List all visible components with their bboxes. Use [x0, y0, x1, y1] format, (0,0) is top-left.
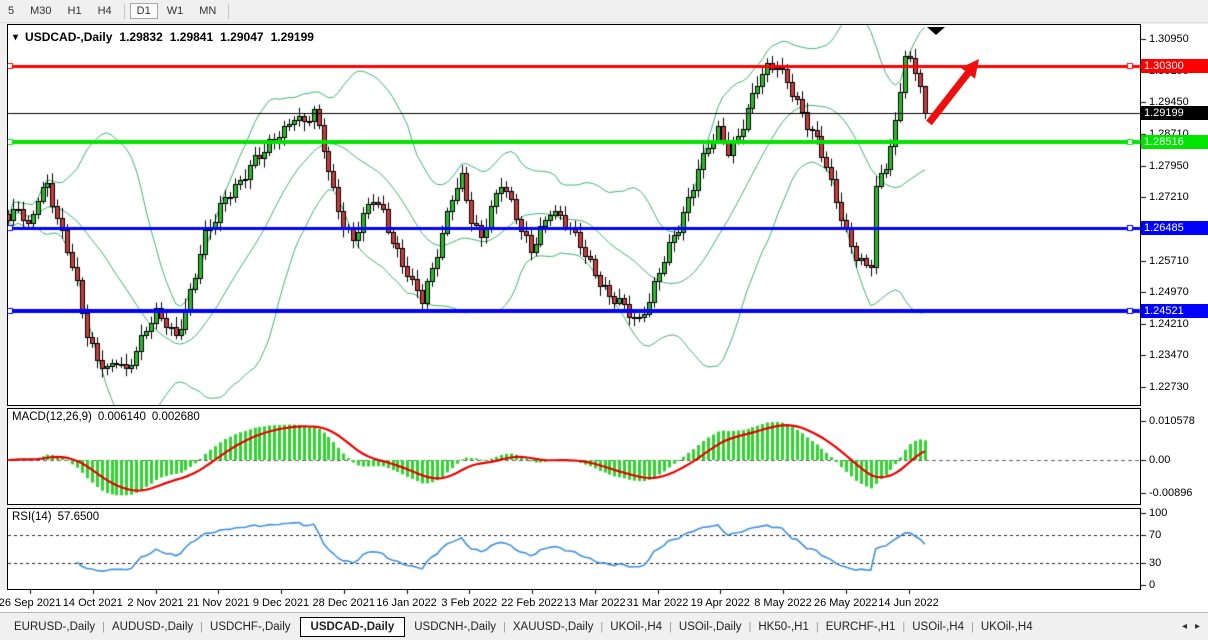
rsi-title: RSI(14)	[12, 511, 52, 523]
date-label: 22 Feb 2022	[501, 597, 563, 609]
price-level-badge: 1.24521	[1141, 304, 1208, 318]
trend-arrow-shape[interactable]	[926, 59, 979, 125]
rsi-tick-label: 70	[1149, 529, 1161, 541]
timeframe-button-mn[interactable]: MN	[192, 3, 223, 19]
rsi-tick-label: 30	[1149, 557, 1161, 569]
tab-scroll-right-icon[interactable]: ▸	[1195, 621, 1200, 632]
chart-tab-xauusddaily-5[interactable]: XAUUSD-,Daily	[507, 617, 600, 637]
chart-tab-usdchfdaily-2[interactable]: USDCHF-,Daily	[204, 617, 297, 637]
tab-scroll-controls: ◂▸	[1182, 621, 1208, 632]
chart-tab-ukoilh4-11[interactable]: UKOil-,H4	[975, 617, 1039, 637]
chart-tab-usdcaddaily-3[interactable]: USDCAD-,Daily	[300, 617, 406, 637]
timeframe-button-h4[interactable]: H4	[91, 3, 119, 19]
chart-canvas[interactable]	[0, 0, 1208, 640]
macd-indicator-label: MACD(12,26,9) 0.006140 0.002680	[12, 411, 200, 423]
price-level-badge: 1.28516	[1141, 135, 1208, 149]
price-tick-label: 1.24210	[1149, 318, 1189, 330]
rsi-tick-label: 100	[1149, 507, 1167, 519]
date-label: 21 Nov 2021	[187, 597, 249, 609]
price-level-badge: 1.26485	[1141, 221, 1208, 235]
tab-scroll-left-icon[interactable]: ◂	[1182, 621, 1187, 632]
timeframe-toolbar: 5M30H1H4 D1W1MN	[0, 0, 1208, 23]
date-label: 28 Dec 2021	[313, 597, 375, 609]
mt4-terminal: 5M30H1H4 D1W1MN ▾ USDCAD-,Daily 1.29832 1…	[0, 0, 1208, 640]
chart-tab-audusddaily-1[interactable]: AUDUSD-,Daily	[106, 617, 199, 637]
chart-tab-hk50h1-8[interactable]: HK50-,H1	[752, 617, 815, 637]
rsi-value: 57.6500	[58, 511, 100, 523]
date-label: 3 Feb 2022	[441, 597, 497, 609]
price-tick-label: 1.22730	[1149, 381, 1189, 393]
toolbar-separator	[124, 4, 125, 19]
symbol-dropdown-icon[interactable]: ▾	[13, 32, 18, 43]
ohlc-close: 1.29199	[271, 30, 314, 44]
symbol-name: USDCAD-,Daily	[25, 30, 112, 44]
rsi-tick-label: 0	[1149, 579, 1155, 591]
chart-tab-usdcnhdaily-4[interactable]: USDCNH-,Daily	[408, 617, 502, 637]
chart-tab-eurchfh1-9[interactable]: EURCHF-,H1	[820, 617, 902, 637]
chart-tab-usoilh4-10[interactable]: USOil-,H4	[906, 617, 970, 637]
date-label: 2 Nov 2021	[127, 597, 183, 609]
ohlc-high: 1.29841	[170, 30, 213, 44]
chart-tab-bar: EURUSD-,Daily|AUDUSD-,Daily|USDCHF-,Dail…	[0, 612, 1208, 640]
toolbar-separator	[228, 4, 229, 19]
date-label: 26 Sep 2021	[0, 597, 61, 609]
price-tick-label: 1.24970	[1149, 286, 1189, 298]
date-label: 9 Dec 2021	[253, 597, 309, 609]
macd-value-main: 0.006140	[98, 411, 146, 423]
date-label: 13 Mar 2022	[564, 597, 626, 609]
price-tick-label: 1.27950	[1149, 160, 1189, 172]
timeframe-button-w1[interactable]: W1	[160, 3, 191, 19]
price-level-badge: 1.30300	[1141, 59, 1208, 73]
macd-tick-label: 0.00	[1149, 454, 1170, 466]
date-label: 31 Mar 2022	[627, 597, 689, 609]
rsi-indicator-label: RSI(14) 57.6500	[12, 511, 99, 523]
symbol-ohlc-header: ▾ USDCAD-,Daily 1.29832 1.29841 1.29047 …	[13, 30, 314, 44]
trend-arrow-annotation[interactable]	[900, 40, 1010, 140]
macd-value-signal: 0.002680	[152, 411, 200, 423]
date-label: 19 Apr 2022	[691, 597, 750, 609]
timeframe-button-m30[interactable]: M30	[23, 3, 58, 19]
date-label: 14 Jun 2022	[878, 597, 939, 609]
macd-tick-label: -0.00896	[1149, 487, 1192, 499]
timeframe-button-h1[interactable]: H1	[61, 3, 89, 19]
price-tick-label: 1.27210	[1149, 191, 1189, 203]
date-label: 8 May 2022	[754, 597, 811, 609]
price-tick-label: 1.30950	[1149, 33, 1189, 45]
chart-tab-ukoilh4-6[interactable]: UKOil-,H4	[604, 617, 668, 637]
date-label: 14 Oct 2021	[63, 597, 123, 609]
timeframe-button-d1[interactable]: D1	[130, 3, 158, 19]
ohlc-low: 1.29047	[220, 30, 263, 44]
date-label: 26 May 2022	[814, 597, 878, 609]
price-tick-label: 1.23470	[1149, 349, 1189, 361]
macd-title: MACD(12,26,9)	[12, 411, 92, 423]
chart-shift-marker-icon	[927, 27, 945, 35]
price-level-badge: 1.29199	[1141, 106, 1208, 120]
macd-tick-label: 0.010578	[1149, 415, 1195, 427]
ohlc-open: 1.29832	[119, 30, 162, 44]
date-label: 16 Jan 2022	[376, 597, 437, 609]
timeframe-button-5[interactable]: 5	[1, 3, 21, 19]
chart-tab-eurusddaily-0[interactable]: EURUSD-,Daily	[8, 617, 101, 637]
price-tick-label: 1.25710	[1149, 255, 1189, 267]
chart-tab-usoildaily-7[interactable]: USOil-,Daily	[673, 617, 748, 637]
